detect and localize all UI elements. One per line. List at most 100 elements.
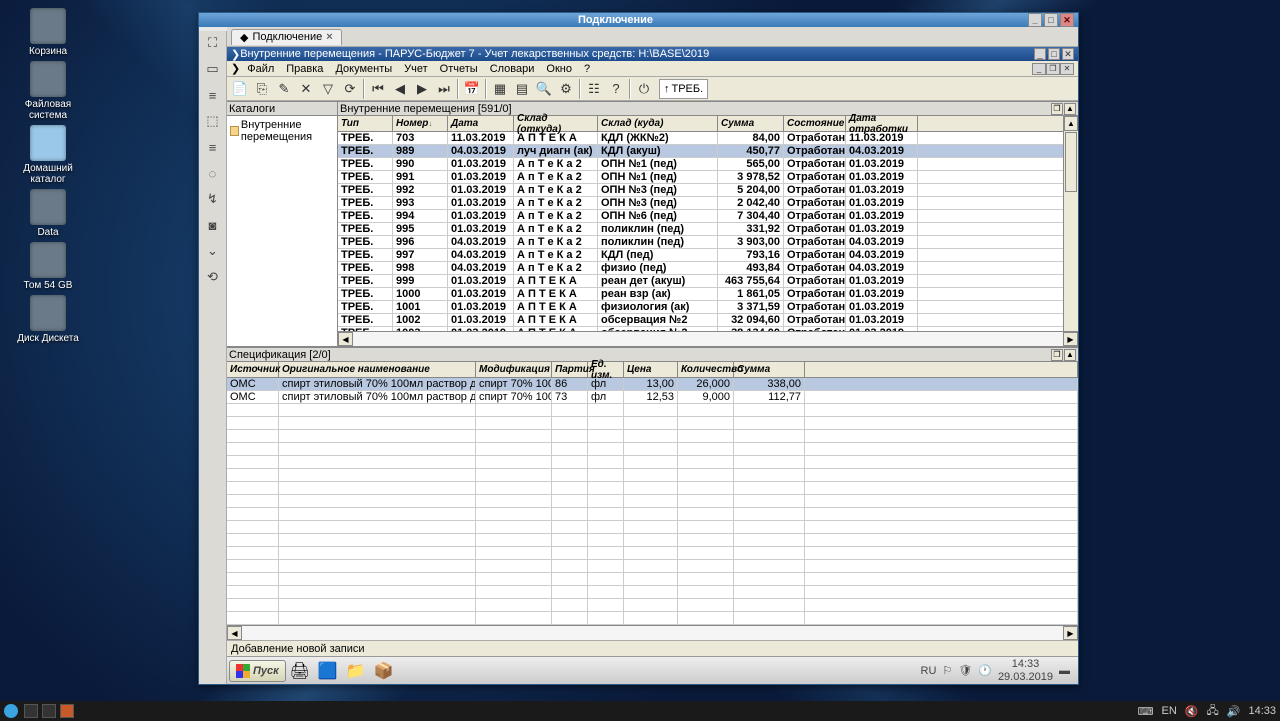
tray-shield-icon[interactable]: 🛡 — [958, 664, 972, 677]
tb-tools-icon[interactable]: ⚙ — [555, 78, 577, 100]
host-keyboard-icon[interactable]: ⌨ — [1138, 705, 1154, 718]
mdi-minimize-icon[interactable]: _ — [1032, 63, 1046, 75]
tool-wrench-icon[interactable]: ↯ — [205, 191, 221, 207]
host-time[interactable]: 14:33 — [1248, 705, 1276, 717]
desktop-icon-trash[interactable]: Корзина — [8, 8, 88, 57]
desktop-icon-volume[interactable]: Том 54 GB — [8, 242, 88, 291]
host-menu-icon[interactable] — [4, 704, 18, 718]
tool-menu-icon[interactable]: ≡ — [205, 139, 221, 155]
taskbar-app1-icon[interactable]: 🟦 — [316, 660, 340, 682]
main-col-header[interactable]: Дата отработки — [846, 116, 918, 131]
tool-down-icon[interactable]: ⌄ — [205, 243, 221, 259]
spec-col-header[interactable]: Источник — [227, 362, 279, 377]
tb-delete-icon[interactable]: ✕ — [295, 78, 317, 100]
tb-next-icon[interactable]: ▶ — [411, 78, 433, 100]
tb-first-icon[interactable]: ⏮ — [367, 78, 389, 100]
child-minimize-icon[interactable]: _ — [1034, 48, 1046, 60]
desktop-icon-filesystem[interactable]: Файловая система — [8, 61, 88, 121]
taskbar-printer-icon[interactable]: 🖨 — [288, 660, 312, 682]
spec-col-header[interactable]: Цена — [624, 362, 678, 377]
table-row[interactable]: ТРЕБ.99401.03.2019А п Т е К а 2ОПН №6 (п… — [338, 210, 1078, 223]
main-col-header[interactable]: Дата — [448, 116, 514, 131]
table-row[interactable]: ОМСспирт этиловый 70% 100мл раствор для … — [227, 391, 1078, 404]
tb-new-icon[interactable]: 📄 — [229, 78, 251, 100]
tb-edit-icon[interactable]: ✎ — [273, 78, 295, 100]
spec-col-header[interactable]: Партия — [552, 362, 588, 377]
catalog-tree[interactable]: Внутренние перемещения — [227, 116, 337, 346]
spec-col-header[interactable]: Ед. изм. — [588, 362, 624, 377]
desktop-icon-home[interactable]: Домашний каталог — [8, 125, 88, 185]
table-row[interactable]: ТРЕБ.100101.03.2019А П Т Е К Афизиология… — [338, 301, 1078, 314]
table-row[interactable]: ТРЕБ.99604.03.2019А п Т е К а 2поликлин … — [338, 236, 1078, 249]
host-lang[interactable]: EN — [1162, 705, 1177, 717]
host-sound-icon[interactable]: 🔊 — [1227, 705, 1241, 718]
spec-col-header[interactable]: Количество — [678, 362, 734, 377]
host-app2-icon[interactable] — [42, 704, 56, 718]
spec-max-icon[interactable]: ▲ — [1064, 349, 1076, 361]
tray-desktop-icon[interactable]: ▬ — [1059, 665, 1070, 677]
tb-prev-icon[interactable]: ◀ — [389, 78, 411, 100]
tray-flag-icon[interactable]: ⚐ — [942, 664, 952, 677]
taskbar-explorer-icon[interactable]: 📁 — [344, 660, 368, 682]
main-col-header[interactable]: Состояние — [784, 116, 846, 131]
table-row[interactable]: ТРЕБ.100201.03.2019А П Т Е К Аобсервация… — [338, 314, 1078, 327]
tool-refresh-icon[interactable]: ⟲ — [205, 269, 221, 285]
tb-columns-icon[interactable]: ☷ — [583, 78, 605, 100]
menu-file[interactable]: Файл — [242, 63, 279, 75]
spec-grid-body[interactable]: ОМСспирт этиловый 70% 100мл раствор для … — [227, 378, 1078, 625]
menu-help[interactable]: ? — [579, 63, 595, 75]
menu-window[interactable]: Окно — [541, 63, 577, 75]
mdi-icon[interactable]: ❯ — [231, 62, 240, 75]
host-app3-icon[interactable] — [60, 704, 74, 718]
tool-eyedrop-icon[interactable]: ◌ — [205, 165, 221, 181]
table-row[interactable]: ТРЕБ.98904.03.2019луч диагн (ак)КДЛ (аку… — [338, 145, 1078, 158]
table-row[interactable]: ОМСспирт этиловый 70% 100мл раствор для … — [227, 378, 1078, 391]
table-row[interactable]: ТРЕБ.99804.03.2019А п Т е К а 2физио (пе… — [338, 262, 1078, 275]
tool-list-icon[interactable]: ≡ — [205, 87, 221, 103]
main-col-header[interactable]: Номер — [393, 116, 448, 131]
table-row[interactable]: ТРЕБ.70311.03.2019А П Т Е К АКДЛ (ЖК№2)8… — [338, 132, 1078, 145]
outer-titlebar[interactable]: Подключение _ □ ✕ — [199, 13, 1078, 27]
desktop-icon-data[interactable]: Data — [8, 189, 88, 238]
pane-max-icon[interactable]: ▲ — [1064, 103, 1076, 115]
tool-select-icon[interactable]: ▭ — [205, 61, 221, 77]
table-row[interactable]: ТРЕБ.99501.03.2019А п Т е К а 2поликлин … — [338, 223, 1078, 236]
tool-camera-icon[interactable]: ◙ — [205, 217, 221, 233]
tb-filter-icon[interactable]: ▽ — [317, 78, 339, 100]
menu-accounting[interactable]: Учет — [399, 63, 433, 75]
table-row[interactable]: ТРЕБ.99101.03.2019А п Т е К а 2ОПН №1 (п… — [338, 171, 1078, 184]
tb-grid2-icon[interactable]: ▤ — [511, 78, 533, 100]
child-close-icon[interactable]: ✕ — [1062, 48, 1074, 60]
tb-grid1-icon[interactable]: ▦ — [489, 78, 511, 100]
tb-search-icon[interactable]: 🔍 — [533, 78, 555, 100]
close-icon[interactable]: ✕ — [1060, 13, 1074, 27]
main-grid-body[interactable]: ТРЕБ.70311.03.2019А П Т Е К АКДЛ (ЖК№2)8… — [338, 132, 1078, 331]
tray-lang[interactable]: RU — [921, 665, 937, 677]
minimize-icon[interactable]: _ — [1028, 13, 1042, 27]
table-row[interactable]: ТРЕБ.99201.03.2019А п Т е К а 2ОПН №3 (п… — [338, 184, 1078, 197]
sort-box[interactable]: ↑ТРЕБ. — [659, 79, 708, 99]
main-col-header[interactable]: Склад (откуда) — [514, 116, 598, 131]
main-vscroll[interactable]: ▲ — [1063, 116, 1078, 331]
tb-refresh-icon[interactable]: ⟳ — [339, 78, 361, 100]
child-titlebar[interactable]: ❯ Внутренние перемещения - ПАРУС-Бюджет … — [227, 47, 1078, 61]
spec-restore-icon[interactable]: ❐ — [1051, 349, 1063, 361]
tb-calendar-icon[interactable]: 📅 — [461, 78, 483, 100]
main-hscroll[interactable]: ◀▶ — [338, 331, 1078, 346]
table-row[interactable]: ТРЕБ.99001.03.2019А п Т е К а 2ОПН №1 (п… — [338, 158, 1078, 171]
tb-help-icon[interactable]: ? — [605, 78, 627, 100]
mdi-close-icon[interactable]: ✕ — [1060, 63, 1074, 75]
spec-hscroll[interactable]: ◀▶ — [227, 625, 1078, 640]
main-col-header[interactable]: Сумма — [718, 116, 784, 131]
tab-connection[interactable]: ◆ Подключение × — [231, 29, 342, 45]
tb-exit-icon[interactable]: ⏻ — [633, 78, 655, 100]
tool-crop-icon[interactable]: ⬚ — [205, 113, 221, 129]
spec-col-header[interactable]: Оригинальное наименование — [279, 362, 476, 377]
menu-documents[interactable]: Документы — [330, 63, 397, 75]
host-net-icon[interactable]: 🖧 — [1207, 702, 1219, 721]
tree-root[interactable]: Внутренние перемещения — [229, 118, 335, 144]
main-col-header[interactable]: Склад (куда) — [598, 116, 718, 131]
maximize-icon[interactable]: □ — [1044, 13, 1058, 27]
spec-col-header[interactable]: Сумма — [734, 362, 805, 377]
menu-edit[interactable]: Правка — [281, 63, 328, 75]
